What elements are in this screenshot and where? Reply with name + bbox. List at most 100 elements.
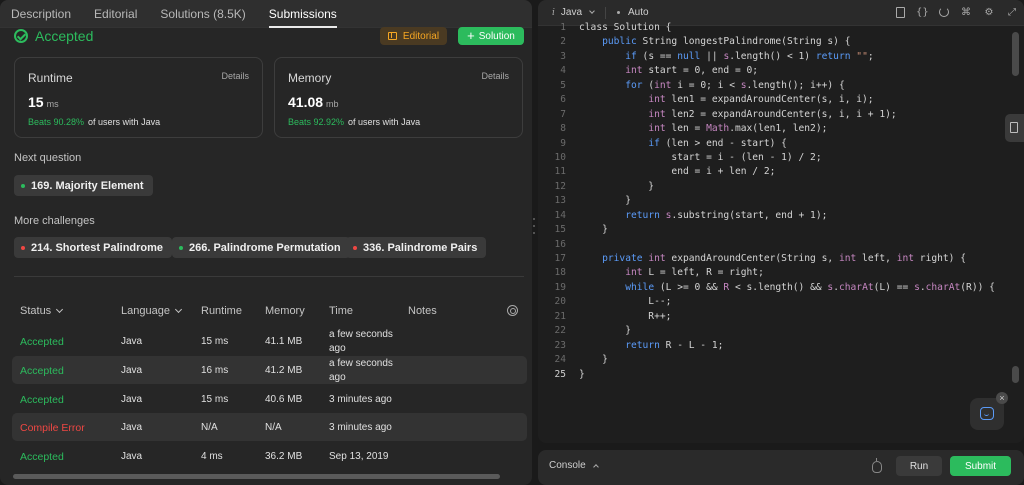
close-icon[interactable]: × <box>996 392 1008 404</box>
line-number-gutter: 1 2 3 4 5 6 7 8 9 10 11 12 13 14 15 16 1… <box>538 21 568 382</box>
row-time: a few seconds <box>329 358 393 369</box>
code-line[interactable]: R++; <box>579 310 1009 324</box>
code-line[interactable]: if (len > end - start) { <box>579 137 1009 151</box>
tab-solutions[interactable]: Solutions (8.5K) <box>160 0 245 28</box>
code-line[interactable]: L--; <box>579 295 1009 309</box>
memory-beats-text: of users with Java <box>348 117 421 127</box>
code-line[interactable]: for (int i = 0; i < s.length(); i++) { <box>579 79 1009 93</box>
language-label: Java <box>560 7 583 18</box>
row-memory: 41.2 MB <box>265 365 303 376</box>
challenge-chip[interactable]: 336. Palindrome Pairs <box>346 237 487 258</box>
difficulty-dot <box>353 245 357 250</box>
tab-description[interactable]: Description <box>11 0 71 28</box>
code-line[interactable] <box>579 238 1009 252</box>
line-number: 22 <box>554 325 566 337</box>
solution-button[interactable]: + Solution <box>458 27 524 45</box>
code-area[interactable]: class Solution { public String longestPa… <box>579 21 1009 382</box>
line-number: 23 <box>554 339 566 351</box>
code-line[interactable]: int start = 0, end = 0; <box>579 64 1009 78</box>
runtime-beats-pct: Beats 90.28% <box>28 117 85 127</box>
line-number: 16 <box>554 238 566 250</box>
memory-card[interactable]: Memory Details 41.08 mb Beats 92.92% of us… <box>274 57 523 138</box>
row-runtime: 4 ms <box>201 451 223 462</box>
settings-icon[interactable]: ⚙ <box>983 7 995 19</box>
tab-submissions[interactable]: Submissions <box>268 0 337 28</box>
run-button[interactable]: Run <box>896 456 942 476</box>
console-bar: Console Run Submit <box>538 450 1024 485</box>
pane-resize-handle[interactable] <box>533 218 536 234</box>
code-line[interactable]: } <box>579 194 1009 208</box>
code-line[interactable]: } <box>579 180 1009 194</box>
language-select[interactable]: i Java <box>552 7 595 18</box>
code-line[interactable]: while (L >= 0 && R < s.length() && s.cha… <box>579 281 1009 295</box>
editor-actions: {} ⌘ ⚙ ⤢ <box>885 7 1018 19</box>
row-runtime: 15 ms <box>201 394 229 405</box>
memory-details-link[interactable]: Details <box>481 71 509 81</box>
code-line[interactable]: } <box>579 223 1009 237</box>
code-line[interactable]: int len1 = expandAroundCenter(s, i, i); <box>579 93 1009 107</box>
code-line[interactable]: int len = Math.max(len1, len2); <box>579 122 1009 136</box>
challenge-label: 214. Shortest Palindrome <box>31 241 164 254</box>
row-status[interactable]: Accepted <box>20 365 64 377</box>
code-line[interactable]: private int expandAroundCenter(String s,… <box>579 252 1009 266</box>
reset-icon[interactable] <box>939 7 949 17</box>
runtime-details-link[interactable]: Details <box>221 71 249 81</box>
next-question-chip[interactable]: 169. Majority Element <box>14 175 153 196</box>
notes-side-tab[interactable] <box>1005 114 1024 142</box>
column-language-header[interactable]: Language <box>121 305 182 317</box>
column-runtime-header: Runtime <box>201 305 242 317</box>
row-status[interactable]: Accepted <box>20 451 64 463</box>
line-number: 14 <box>554 209 566 221</box>
row-status[interactable]: Accepted <box>20 394 64 406</box>
code-line[interactable]: class Solution { <box>579 21 1009 35</box>
expand-icon[interactable]: ⤢ <box>1006 7 1018 19</box>
line-number: 12 <box>554 180 566 192</box>
braces-icon[interactable]: {} <box>916 7 929 19</box>
code-line[interactable]: return R - L - 1; <box>579 339 1009 353</box>
tab-editorial[interactable]: Editorial <box>94 0 137 28</box>
command-icon[interactable]: ⌘ <box>960 7 972 19</box>
autocomplete-mode[interactable]: Auto <box>617 7 649 18</box>
code-line[interactable]: } <box>579 368 1009 382</box>
row-status[interactable]: Accepted <box>20 336 64 348</box>
code-line[interactable]: if (s == null || s.length() < 1) return … <box>579 50 1009 64</box>
row-runtime: N/A <box>201 422 218 433</box>
difficulty-dot <box>21 183 25 188</box>
next-question-title: Next question <box>14 152 82 164</box>
gear-icon[interactable] <box>507 305 518 316</box>
column-status-header[interactable]: Status <box>20 305 64 317</box>
chevron-down-icon <box>589 8 595 14</box>
next-question-label: 169. Majority Element <box>31 179 144 192</box>
runtime-value: 15 ms <box>28 94 59 110</box>
chat-icon <box>980 407 994 420</box>
editor-scrollbar[interactable] <box>1012 32 1019 76</box>
line-number: 17 <box>554 253 566 264</box>
code-line[interactable]: } <box>579 353 1009 367</box>
code-line[interactable]: start = i - (len - 1) / 2; <box>579 151 1009 165</box>
console-toggle[interactable]: Console <box>549 460 599 471</box>
editor-scrollbar-lower[interactable] <box>1012 366 1019 383</box>
horizontal-scrollbar[interactable] <box>13 474 500 479</box>
code-line[interactable]: } <box>579 324 1009 338</box>
toolbar-divider <box>605 6 607 19</box>
code-line[interactable]: int L = left, R = right; <box>579 266 1009 280</box>
line-number: 20 <box>554 296 566 308</box>
row-status[interactable]: Compile Error <box>20 422 85 434</box>
code-line[interactable]: end = i + len / 2; <box>579 165 1009 179</box>
challenge-chip[interactable]: 266. Palindrome Permutation <box>172 237 350 258</box>
more-challenges-title: More challenges <box>14 215 95 227</box>
submit-button[interactable]: Submit <box>950 456 1011 476</box>
memory-unit: mb <box>326 99 339 109</box>
column-memory-header: Memory <box>265 305 305 317</box>
code-line[interactable]: int len2 = expandAroundCenter(s, i, i + … <box>579 108 1009 122</box>
solution-button-label: Solution <box>478 30 515 42</box>
runtime-card[interactable]: Runtime Details 15 ms Beats 90.28% of user… <box>14 57 263 138</box>
code-line[interactable]: return s.substring(start, end + 1); <box>579 209 1009 223</box>
challenge-chip[interactable]: 214. Shortest Palindrome <box>14 237 173 258</box>
code-line[interactable]: public String longestPalindrome(String s… <box>579 35 1009 49</box>
row-time: 3 minutes ago <box>329 422 392 433</box>
bookmark-icon[interactable] <box>896 7 905 18</box>
info-icon: i <box>552 7 555 18</box>
editorial-button[interactable]: Editorial <box>380 27 447 45</box>
bug-icon[interactable] <box>872 458 882 473</box>
